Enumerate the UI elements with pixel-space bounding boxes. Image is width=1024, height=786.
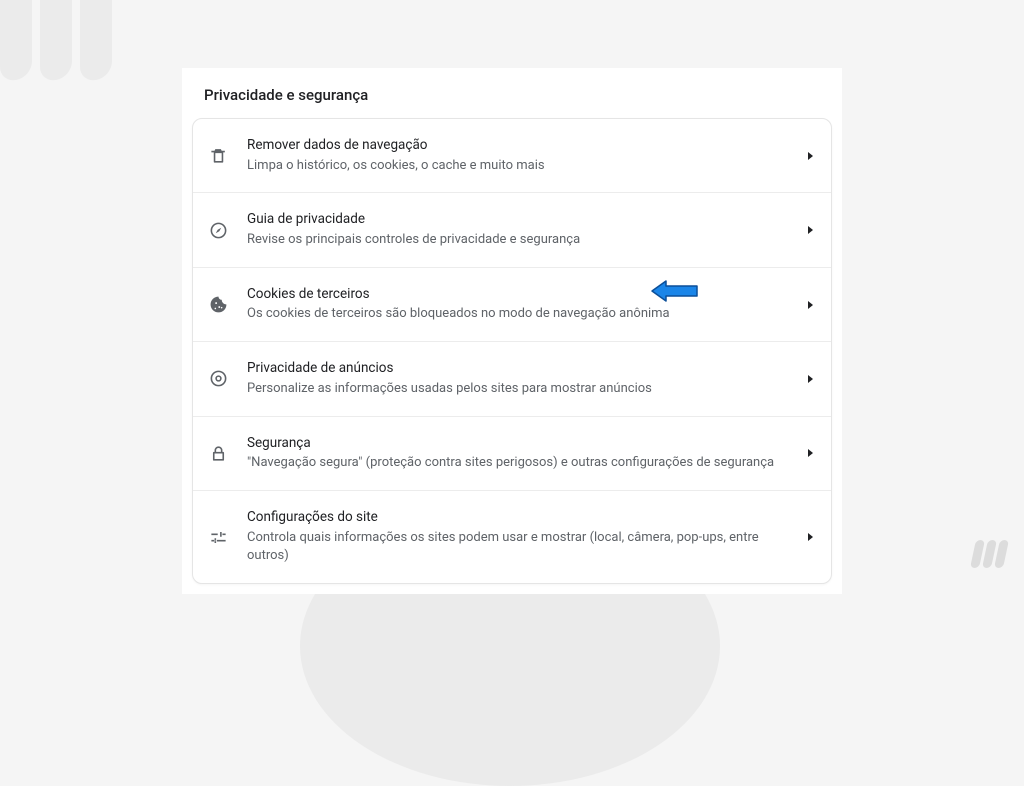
- row-text: Cookies de terceiros Os cookies de terce…: [247, 285, 798, 324]
- row-text: Segurança "Navegação segura" (proteção c…: [247, 434, 798, 473]
- section-title: Privacidade e segurança: [182, 86, 842, 118]
- row-subtitle: "Navegação segura" (proteção contra site…: [247, 454, 798, 473]
- row-text: Configurações do site Controla quais inf…: [247, 508, 798, 566]
- lock-icon: [207, 442, 229, 464]
- row-ad-privacy[interactable]: Privacidade de anúncios Personalize as i…: [193, 342, 831, 416]
- decorative-bars: [0, 0, 112, 80]
- row-text: Guia de privacidade Revise os principais…: [247, 210, 798, 249]
- row-title: Configurações do site: [247, 508, 798, 528]
- settings-card: Remover dados de navegação Limpa o histó…: [192, 118, 832, 584]
- cookie-icon: [207, 294, 229, 316]
- ad-privacy-icon: [207, 368, 229, 390]
- row-title: Guia de privacidade: [247, 210, 798, 230]
- row-text: Remover dados de navegação Limpa o histó…: [247, 136, 798, 175]
- chevron-right-icon: [808, 533, 813, 541]
- chevron-right-icon: [808, 152, 813, 160]
- annotation-arrow-left: [650, 279, 700, 303]
- row-subtitle: Revise os principais controles de privac…: [247, 231, 798, 250]
- row-title: Segurança: [247, 434, 798, 454]
- row-privacy-guide[interactable]: Guia de privacidade Revise os principais…: [193, 193, 831, 267]
- row-subtitle: Os cookies de terceiros são bloqueados n…: [247, 305, 798, 324]
- row-text: Privacidade de anúncios Personalize as i…: [247, 359, 798, 398]
- row-subtitle: Limpa o histórico, os cookies, o cache e…: [247, 157, 798, 176]
- row-security[interactable]: Segurança "Navegação segura" (proteção c…: [193, 417, 831, 491]
- row-site-settings[interactable]: Configurações do site Controla quais inf…: [193, 491, 831, 583]
- row-title: Cookies de terceiros: [247, 285, 798, 305]
- compass-icon: [207, 219, 229, 241]
- tune-icon: [207, 526, 229, 548]
- row-subtitle: Controla quais informações os sites pode…: [247, 529, 798, 567]
- row-subtitle: Personalize as informações usadas pelos …: [247, 380, 798, 399]
- chevron-right-icon: [808, 449, 813, 457]
- chevron-right-icon: [808, 226, 813, 234]
- trash-icon: [207, 145, 229, 167]
- row-third-party-cookies[interactable]: Cookies de terceiros Os cookies de terce…: [193, 268, 831, 342]
- row-clear-browsing-data[interactable]: Remover dados de navegação Limpa o histó…: [193, 119, 831, 193]
- watermark-logo: [973, 540, 1006, 568]
- chevron-right-icon: [808, 375, 813, 383]
- row-title: Privacidade de anúncios: [247, 359, 798, 379]
- privacy-security-panel: Privacidade e segurança Remover dados de…: [182, 68, 842, 594]
- row-title: Remover dados de navegação: [247, 136, 798, 156]
- chevron-right-icon: [808, 301, 813, 309]
